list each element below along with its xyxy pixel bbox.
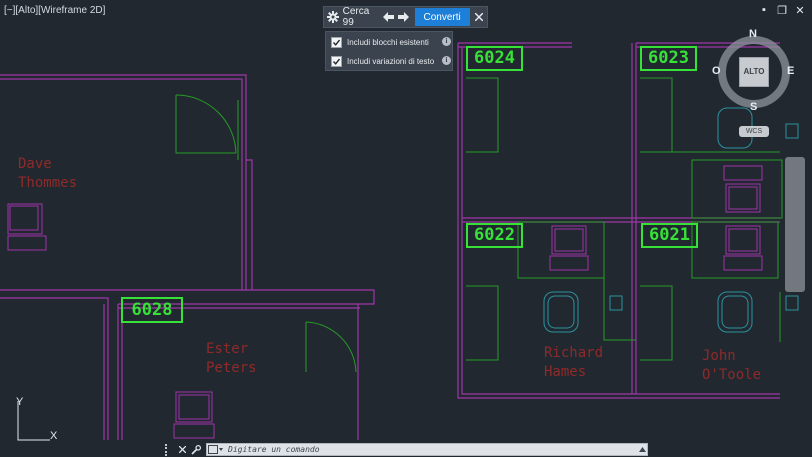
recent-commands-icon[interactable] <box>637 447 647 452</box>
compass-north[interactable]: N <box>749 28 757 40</box>
arrow-right-icon <box>398 12 410 22</box>
command-line <box>165 442 648 457</box>
restore-button[interactable]: ❐ <box>776 4 788 17</box>
compass-south[interactable]: S <box>750 101 757 113</box>
minimize-button[interactable]: ▪ <box>758 4 770 17</box>
occupant-last-name: Thommes <box>18 175 78 191</box>
room-label-6023[interactable]: 6023 <box>640 46 697 71</box>
occupant-first-name: John <box>702 348 736 364</box>
option-include-blocks[interactable]: Includi blocchi esistenti i <box>331 35 451 49</box>
occupant-first-name: Ester <box>206 341 249 357</box>
compass-west[interactable]: O <box>712 65 721 77</box>
gear-icon[interactable] <box>324 6 343 28</box>
wrench-icon <box>190 444 201 455</box>
option-label: Includi variazioni di testo <box>347 56 435 66</box>
close-icon <box>179 446 186 453</box>
options-panel: Includi blocchi esistenti i Includi vari… <box>325 31 453 71</box>
info-icon[interactable]: i <box>442 37 451 46</box>
occupant-richard: Richard Hames <box>544 344 603 382</box>
viewcube[interactable]: N S E O ALTO WCS <box>712 28 800 140</box>
next-button[interactable] <box>396 6 411 28</box>
room-label-6028[interactable]: 6028 <box>121 297 183 323</box>
option-include-text-variations[interactable]: Includi variazioni di testo i <box>331 54 451 68</box>
close-command-line-button[interactable] <box>176 443 189 456</box>
close-button[interactable]: ✕ <box>794 4 806 17</box>
option-label: Includi blocchi esistenti <box>347 37 429 47</box>
occupant-dave: Dave Thommes <box>18 155 77 193</box>
ucs-y-label: Y <box>16 396 24 408</box>
occupant-last-name: O'Toole <box>702 367 762 383</box>
customize-button[interactable] <box>189 443 202 456</box>
check-icon <box>333 39 340 46</box>
ucs-x-label: X <box>50 430 58 442</box>
command-input-box[interactable] <box>206 443 648 456</box>
viewcube-face-top[interactable]: ALTO <box>739 57 769 87</box>
viewport-controls: ▪ ❐ ✕ <box>758 4 806 17</box>
occupant-john: John O'Toole <box>702 347 761 385</box>
close-toolbar-button[interactable] <box>472 13 487 21</box>
drag-handle[interactable] <box>165 443 172 456</box>
occupant-ester: Ester Peters <box>206 340 257 378</box>
previous-button[interactable] <box>381 6 396 28</box>
find-replace-toolbar: Cerca 99 Converti <box>323 6 488 28</box>
checkbox-include-text-variations[interactable] <box>331 55 342 67</box>
occupant-last-name: Peters <box>206 360 257 376</box>
command-prompt-icon[interactable] <box>207 444 225 455</box>
ucs-menu[interactable]: WCS <box>739 126 769 137</box>
room-label-6022[interactable]: 6022 <box>466 223 523 248</box>
viewport-label[interactable]: [−][Alto][Wireframe 2D] <box>4 5 105 16</box>
convert-button[interactable]: Converti <box>414 8 470 26</box>
occupant-first-name: Dave <box>18 156 52 172</box>
command-input[interactable] <box>225 444 637 455</box>
info-icon[interactable]: i <box>442 56 451 65</box>
room-label-6021[interactable]: 6021 <box>641 223 698 248</box>
checkbox-include-blocks[interactable] <box>331 36 342 48</box>
occupant-last-name: Hames <box>544 364 587 380</box>
navigation-bar[interactable] <box>785 157 805 292</box>
chairs <box>543 107 799 333</box>
search-text: Cerca 99 <box>342 6 370 28</box>
arrow-left-icon <box>383 12 395 22</box>
occupant-first-name: Richard <box>544 345 604 361</box>
compass-east[interactable]: E <box>787 65 794 77</box>
close-icon <box>475 13 484 21</box>
check-icon <box>333 58 340 65</box>
room-label-6024[interactable]: 6024 <box>466 46 523 71</box>
